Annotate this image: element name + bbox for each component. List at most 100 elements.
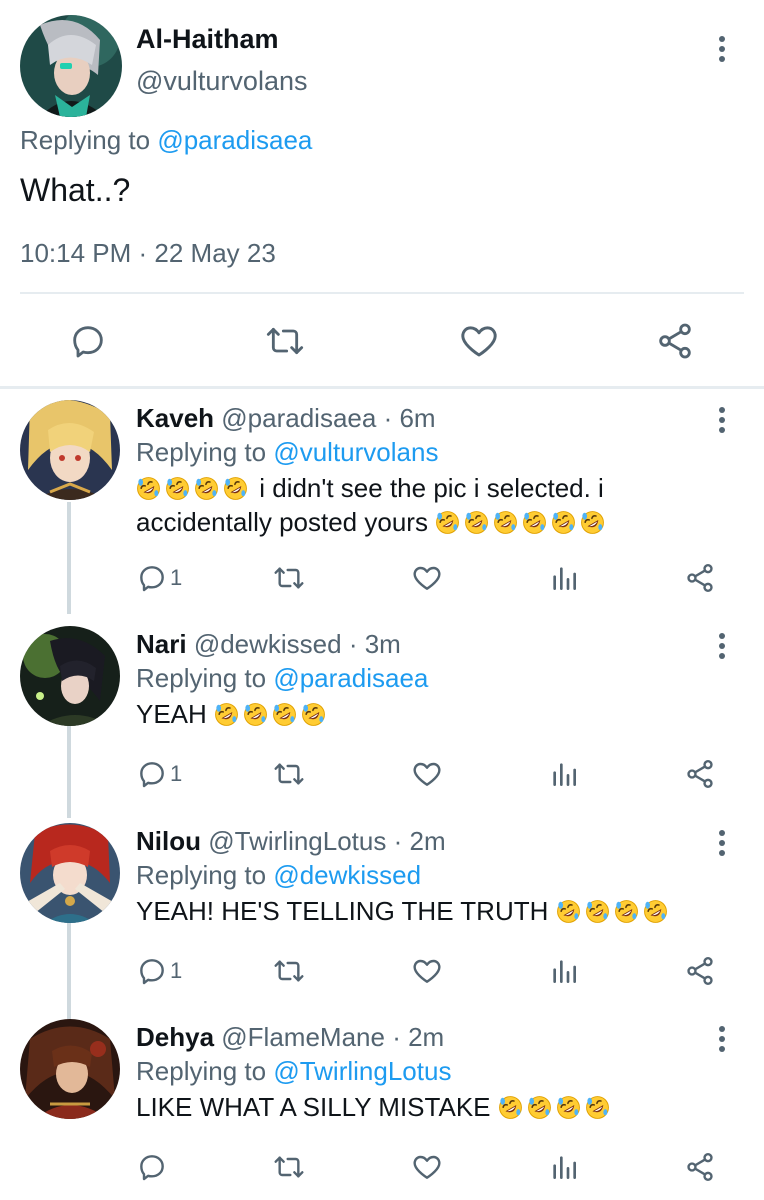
reply-tweet[interactable]: Nari @dewkissed · 3m Replying to @paradi… — [0, 615, 764, 811]
like-icon[interactable] — [411, 754, 443, 794]
reply-author-name[interactable]: Nari — [136, 629, 187, 659]
rofl-emoji-icon — [194, 476, 219, 501]
replying-to-line: Replying to @dewkissed — [136, 860, 421, 891]
rofl-emoji-icon — [580, 510, 605, 535]
replying-to-handle[interactable]: @vulturvolans — [273, 437, 438, 467]
more-options-icon[interactable] — [715, 1026, 729, 1052]
rofl-emoji-icon — [522, 510, 547, 535]
reply-text: YEAH! HE'S TELLING THE TRUTH — [136, 894, 736, 928]
avatar[interactable] — [20, 400, 120, 500]
reply-button[interactable] — [136, 1147, 168, 1187]
share-icon[interactable] — [684, 558, 716, 598]
rofl-emoji-icon — [527, 1095, 552, 1120]
rofl-emoji-icon — [435, 510, 460, 535]
reply-header: Nilou @TwirlingLotus · 2m — [136, 826, 446, 857]
replying-to-label: Replying to — [136, 1056, 267, 1086]
reply-tweet[interactable]: Kaveh @paradisaea · 6m Replying to @vult… — [0, 389, 764, 592]
tweet-timestamp[interactable]: 10:14 PM · 22 May 23 — [20, 238, 276, 269]
replying-to-handle[interactable]: @paradisaea — [157, 125, 312, 155]
author-handle[interactable]: @vulturvolans — [136, 66, 307, 97]
retweet-icon[interactable] — [273, 558, 305, 598]
more-options-icon[interactable] — [715, 830, 729, 856]
rofl-emoji-icon — [165, 476, 190, 501]
reply-author-handle[interactable]: @FlameMane — [221, 1022, 385, 1052]
reply-actions: 1 — [0, 951, 764, 991]
author-name[interactable]: Al-Haitham — [136, 24, 279, 55]
tweet-actions — [0, 318, 764, 364]
reply-header: Kaveh @paradisaea · 6m — [136, 403, 436, 434]
analytics-icon[interactable] — [548, 951, 580, 991]
reply-count: 1 — [170, 761, 183, 786]
rofl-emoji-icon — [136, 476, 161, 501]
reply-text-body: YEAH! HE'S TELLING THE TRUTH — [136, 896, 549, 926]
share-icon[interactable] — [684, 754, 716, 794]
retweet-icon[interactable] — [273, 1147, 305, 1187]
avatar[interactable] — [20, 626, 120, 726]
rofl-emoji-icon — [556, 899, 581, 924]
replying-to-handle[interactable]: @paradisaea — [273, 663, 428, 693]
rofl-emoji-icon — [301, 702, 326, 727]
reply-text: i didn't see the pic i selected. i accid… — [136, 471, 696, 539]
author-avatar[interactable] — [20, 15, 122, 117]
rofl-emoji-icon — [272, 702, 297, 727]
reply-time: · 2m — [393, 826, 446, 856]
reply-author-name[interactable]: Dehya — [136, 1022, 214, 1052]
reply-icon — [140, 959, 164, 985]
emoji-group-trailing — [556, 896, 672, 926]
like-icon[interactable] — [411, 558, 443, 598]
rofl-emoji-icon — [556, 1095, 581, 1120]
reply-author-handle[interactable]: @paradisaea — [221, 403, 376, 433]
replying-to-label: Replying to — [136, 663, 267, 693]
share-icon[interactable] — [684, 1147, 716, 1187]
divider — [20, 292, 744, 294]
reply-icon — [140, 1155, 164, 1181]
share-icon[interactable] — [684, 951, 716, 991]
replying-to-label: Replying to — [20, 125, 151, 155]
reply-actions — [0, 1147, 764, 1187]
like-icon[interactable] — [411, 1147, 443, 1187]
emoji-group-trailing — [435, 507, 609, 537]
reply-author-handle[interactable]: @TwirlingLotus — [208, 826, 386, 856]
reply-button[interactable]: 1 — [136, 754, 182, 794]
replying-to-line: Replying to @vulturvolans — [136, 437, 438, 468]
replying-to-label: Replying to — [136, 437, 267, 467]
avatar[interactable] — [20, 823, 120, 923]
retweet-icon[interactable] — [273, 951, 305, 991]
analytics-icon[interactable] — [548, 754, 580, 794]
rofl-emoji-icon — [585, 899, 610, 924]
rofl-emoji-icon — [214, 702, 239, 727]
reply-actions: 1 — [0, 754, 764, 794]
more-options-icon[interactable] — [715, 407, 729, 433]
more-options-icon[interactable] — [715, 36, 729, 62]
share-icon[interactable] — [652, 318, 698, 364]
replying-to-handle[interactable]: @dewkissed — [273, 860, 421, 890]
reply-author-name[interactable]: Kaveh — [136, 403, 214, 433]
replying-to-handle[interactable]: @TwirlingLotus — [273, 1056, 451, 1086]
replying-to-line: Replying to @paradisaea — [136, 663, 428, 694]
main-tweet: Al-Haitham @vulturvolans Replying to @pa… — [0, 0, 764, 390]
retweet-icon[interactable] — [273, 754, 305, 794]
avatar[interactable] — [20, 1019, 120, 1119]
analytics-icon[interactable] — [548, 1147, 580, 1187]
reply-icon[interactable] — [65, 318, 111, 364]
reply-icon — [140, 566, 164, 592]
rofl-emoji-icon — [223, 476, 248, 501]
more-options-icon[interactable] — [715, 633, 729, 659]
reply-text: YEAH — [136, 697, 696, 731]
like-icon[interactable] — [456, 318, 502, 364]
reply-tweet[interactable]: Dehya @FlameMane · 2m Replying to @Twirl… — [0, 1008, 764, 1200]
reply-author-name[interactable]: Nilou — [136, 826, 201, 856]
like-icon[interactable] — [411, 951, 443, 991]
reply-tweet[interactable]: Nilou @TwirlingLotus · 2m Replying to @d… — [0, 812, 764, 1008]
reply-text-body: YEAH — [136, 699, 207, 729]
reply-actions: 1 — [0, 558, 764, 598]
reply-text-body: LIKE WHAT A SILLY MISTAKE — [136, 1092, 491, 1122]
reply-button[interactable]: 1 — [136, 951, 182, 991]
analytics-icon[interactable] — [548, 558, 580, 598]
reply-button[interactable]: 1 — [136, 558, 182, 598]
retweet-icon[interactable] — [262, 318, 308, 364]
reply-icon — [140, 762, 164, 788]
rofl-emoji-icon — [493, 510, 518, 535]
tweet-text: What..? — [20, 172, 131, 208]
reply-author-handle[interactable]: @dewkissed — [194, 629, 342, 659]
